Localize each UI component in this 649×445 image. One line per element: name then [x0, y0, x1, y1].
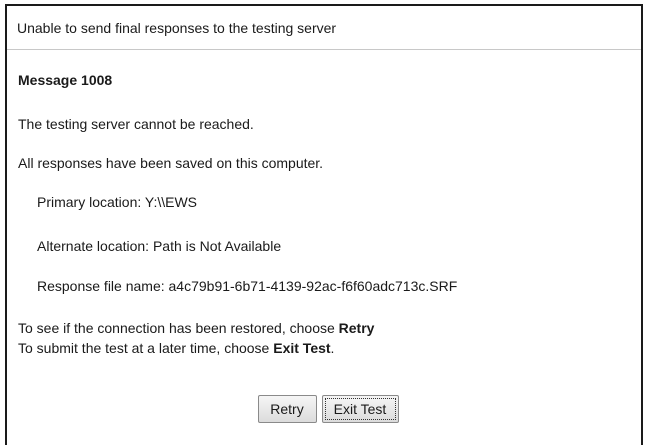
alternate-location-text: Alternate location: Path is Not Availabl… [37, 238, 282, 254]
retry-instruction-text: To see if the connection has been restor… [18, 320, 339, 336]
primary-location-text: Primary location: Y:\\EWS [37, 194, 198, 210]
retry-instruction: To see if the connection has been restor… [18, 320, 374, 337]
server-unreachable-text: The testing server cannot be reached. [18, 116, 254, 132]
retry-button[interactable]: Retry [257, 395, 317, 423]
retry-instruction-action: Retry [338, 320, 375, 336]
dialog-title-bar: Unable to send final responses to the te… [7, 6, 641, 50]
error-dialog: Unable to send final responses to the te… [5, 4, 643, 445]
exit-instruction-text: To submit the test at a later time, choo… [18, 340, 274, 356]
exit-instruction-suffix: . [330, 340, 335, 356]
exit-instruction: To submit the test at a later time, choo… [18, 340, 334, 357]
dialog-button-row: Retry Exit Test [7, 395, 641, 423]
dialog-title: Unable to send final responses to the te… [17, 19, 337, 36]
message-title: Message 1008 [18, 72, 113, 88]
responses-saved-text: All responses have been saved on this co… [18, 155, 324, 171]
exit-test-button[interactable]: Exit Test [321, 395, 399, 423]
response-file-name-text: Response file name: a4c79b91-6b71-4139-9… [37, 278, 458, 294]
exit-instruction-action: Exit Test [273, 340, 331, 356]
